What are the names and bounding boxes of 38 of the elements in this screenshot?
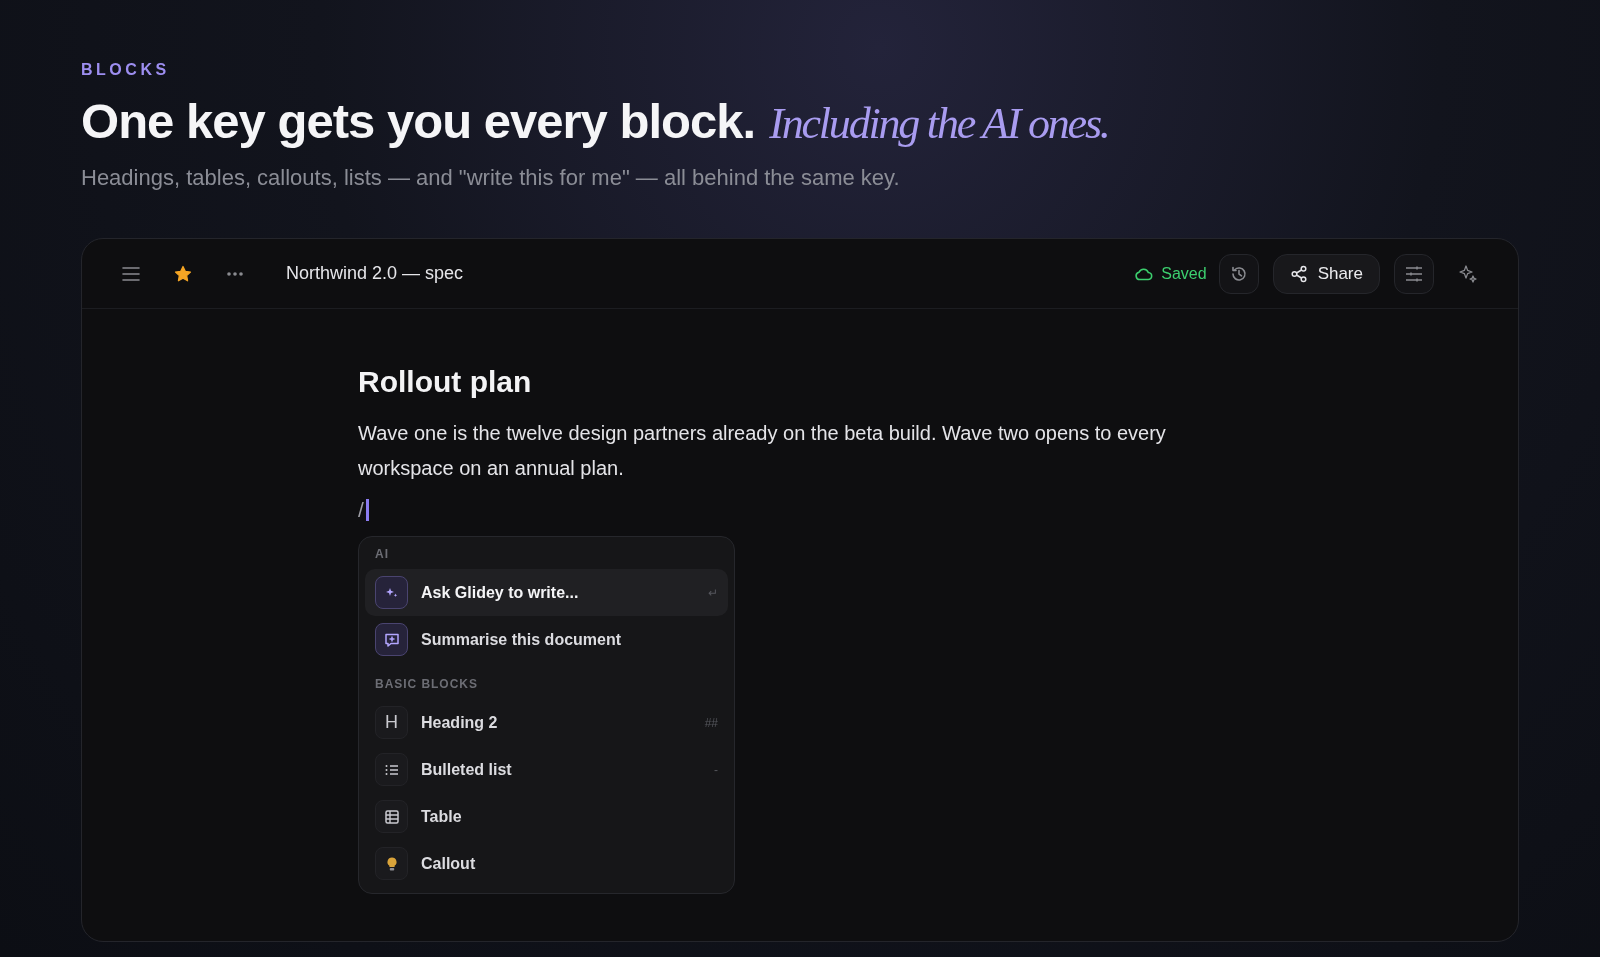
menu-item[interactable]: Summarise this document — [365, 616, 728, 663]
menu-icon[interactable] — [122, 266, 140, 281]
document-heading: Rollout plan — [358, 364, 533, 400]
document-paragraph: Wave one is the twelve design partners already on the beta build. Wave two opens to every workspace on an annual plan. — [358, 421, 1167, 481]
subtitle: Headings, tables, callouts, lists — and "write this for me" — all behind the same key. — [81, 164, 901, 192]
share-button[interactable]: Share — [1272, 253, 1380, 294]
menu-item[interactable]: Ask Glidey to write... ↵ — [365, 569, 728, 616]
menu-item[interactable]: H Heading 2 ## — [365, 699, 728, 746]
shortcut-hint: - — [714, 761, 718, 779]
sliders-icon — [1405, 265, 1423, 282]
table-icon — [375, 800, 408, 833]
more-icon[interactable] — [226, 270, 244, 277]
share-icon — [1289, 264, 1308, 283]
list-icon — [375, 753, 408, 786]
saved-status: Saved — [1161, 263, 1207, 284]
menu-group-label: AI — [374, 546, 390, 563]
history-icon — [1229, 264, 1248, 283]
cloud-icon — [1135, 266, 1154, 281]
lightbulb-icon — [375, 847, 408, 880]
text-cursor — [365, 499, 369, 521]
sparkle-icon — [375, 576, 408, 609]
star-icon[interactable] — [174, 264, 192, 283]
shortcut-hint: ↵ — [708, 584, 718, 602]
chat-plus-icon — [375, 623, 408, 656]
heading-icon: H — [375, 706, 408, 739]
slash-command-text: / — [358, 497, 364, 524]
menu-item[interactable]: Bulleted list - — [365, 746, 728, 793]
sparkle-icon[interactable] — [1458, 263, 1478, 284]
shortcut-hint: ## — [704, 714, 718, 732]
settings-button[interactable] — [1394, 253, 1434, 294]
document-title: Northwind 2.0 — spec — [286, 262, 464, 285]
section-eyebrow: BLOCKS — [81, 60, 171, 80]
menu-group-label: BASIC BLOCKS — [374, 676, 479, 693]
headline-accent: Including the AI ones. — [769, 98, 1109, 150]
history-button[interactable] — [1218, 253, 1259, 294]
headline: One key gets you every block. — [81, 93, 756, 150]
menu-item[interactable]: Callout — [365, 840, 728, 887]
menu-item[interactable]: Table — [365, 793, 728, 840]
